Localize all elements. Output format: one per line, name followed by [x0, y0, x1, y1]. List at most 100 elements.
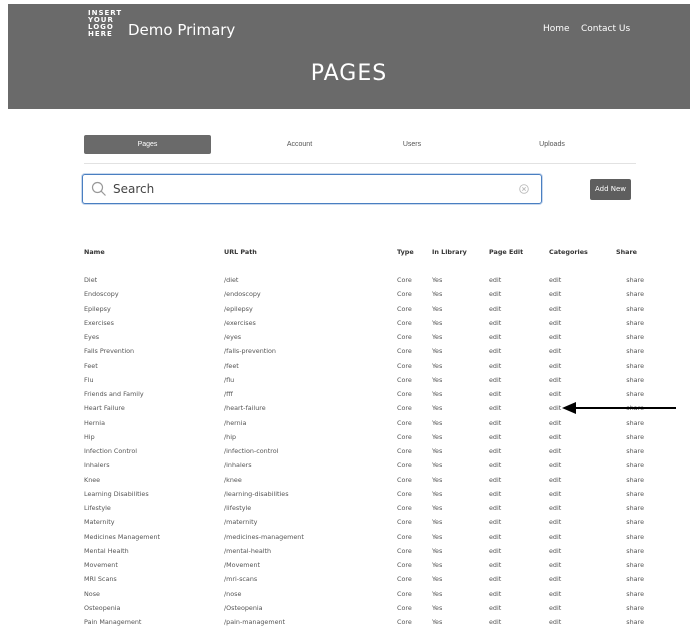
categories-edit-link[interactable]: edit: [549, 458, 616, 472]
cell-in-library: Yes: [432, 276, 443, 285]
cell-url-path: /falls-prevention: [224, 347, 276, 356]
categories-edit-link[interactable]: edit: [549, 430, 616, 444]
share-link[interactable]: share: [616, 373, 644, 387]
page-edit-link[interactable]: edit: [489, 330, 549, 344]
categories-edit-link[interactable]: edit: [549, 273, 616, 287]
page-edit-link[interactable]: edit: [489, 359, 549, 373]
cell-type: Core: [397, 347, 412, 356]
column-header-type[interactable]: Type: [397, 244, 432, 273]
cell-type: Core: [397, 418, 412, 427]
categories-edit-link[interactable]: edit: [549, 330, 616, 344]
page-edit-link[interactable]: edit: [489, 587, 549, 601]
page-edit-link[interactable]: edit: [489, 416, 549, 430]
tab-account[interactable]: Account: [236, 135, 363, 154]
cell-type: Core: [397, 361, 412, 370]
page-edit-link[interactable]: edit: [489, 387, 549, 401]
categories-edit-link[interactable]: edit: [549, 373, 616, 387]
categories-edit-link[interactable]: edit: [549, 487, 616, 501]
categories-edit-link[interactable]: edit: [549, 544, 616, 558]
share-link[interactable]: share: [616, 544, 644, 558]
categories-edit-link[interactable]: edit: [549, 515, 616, 529]
column-header-in-library[interactable]: In Library: [432, 244, 489, 273]
column-header-name[interactable]: Name: [84, 244, 224, 273]
categories-edit-link[interactable]: edit: [549, 572, 616, 586]
categories-edit-link[interactable]: edit: [549, 587, 616, 601]
page-edit-link[interactable]: edit: [489, 430, 549, 444]
categories-edit-link[interactable]: edit: [549, 344, 616, 358]
page-edit-link[interactable]: edit: [489, 601, 549, 615]
page-edit-link[interactable]: edit: [489, 316, 549, 330]
share-link[interactable]: share: [616, 430, 644, 444]
cell-in-library: Yes: [432, 375, 443, 384]
search-input[interactable]: [113, 179, 493, 199]
page-edit-link[interactable]: edit: [489, 302, 549, 316]
categories-edit-link[interactable]: edit: [549, 387, 616, 401]
page-edit-link[interactable]: edit: [489, 458, 549, 472]
cell-name: Hip: [84, 432, 95, 441]
categories-edit-link[interactable]: edit: [549, 287, 616, 301]
share-link[interactable]: share: [616, 515, 644, 529]
share-link[interactable]: share: [616, 530, 644, 544]
share-link[interactable]: share: [616, 444, 644, 458]
nav-home-link[interactable]: Home: [543, 24, 570, 34]
page-edit-link[interactable]: edit: [489, 515, 549, 529]
tab-users[interactable]: Users: [362, 135, 462, 154]
share-link[interactable]: share: [616, 615, 644, 629]
page-edit-link[interactable]: edit: [489, 287, 549, 301]
categories-edit-link[interactable]: edit: [549, 416, 616, 430]
categories-edit-link[interactable]: edit: [549, 444, 616, 458]
page-edit-link[interactable]: edit: [489, 401, 549, 415]
categories-edit-link[interactable]: edit: [549, 302, 616, 316]
tab-uploads[interactable]: Uploads: [502, 135, 602, 154]
share-link[interactable]: share: [616, 344, 644, 358]
column-header-share[interactable]: Share: [616, 244, 644, 273]
add-new-button[interactable]: Add New: [590, 179, 631, 200]
column-header-page-edit[interactable]: Page Edit: [489, 244, 549, 273]
share-link[interactable]: share: [616, 558, 644, 572]
page-edit-link[interactable]: edit: [489, 558, 549, 572]
share-link[interactable]: share: [616, 601, 644, 615]
page-edit-link[interactable]: edit: [489, 544, 549, 558]
categories-edit-link[interactable]: edit: [549, 558, 616, 572]
column-header-categories[interactable]: Categories: [549, 244, 616, 273]
clear-search-icon[interactable]: [519, 184, 529, 194]
page-edit-link[interactable]: edit: [489, 344, 549, 358]
categories-edit-link[interactable]: edit: [549, 601, 616, 615]
page-edit-link[interactable]: edit: [489, 572, 549, 586]
share-link[interactable]: share: [616, 487, 644, 501]
page-edit-link[interactable]: edit: [489, 530, 549, 544]
page-edit-link[interactable]: edit: [489, 487, 549, 501]
share-link[interactable]: share: [616, 416, 644, 430]
page-edit-link[interactable]: edit: [489, 373, 549, 387]
share-link[interactable]: share: [616, 302, 644, 316]
share-link[interactable]: share: [616, 359, 644, 373]
share-link[interactable]: share: [616, 501, 644, 515]
share-link[interactable]: share: [616, 330, 644, 344]
brand-name[interactable]: Demo Primary: [128, 21, 235, 39]
share-link[interactable]: share: [616, 287, 644, 301]
share-link[interactable]: share: [616, 316, 644, 330]
column-header-url-path[interactable]: URL Path: [224, 244, 397, 273]
share-link[interactable]: share: [616, 473, 644, 487]
page-edit-link[interactable]: edit: [489, 473, 549, 487]
page-edit-link[interactable]: edit: [489, 273, 549, 287]
categories-edit-link[interactable]: edit: [549, 530, 616, 544]
logo-placeholder[interactable]: INSERT YOUR LOGO HERE: [88, 10, 128, 38]
search-icon[interactable]: [91, 181, 107, 197]
categories-edit-link[interactable]: edit: [549, 316, 616, 330]
share-link[interactable]: share: [616, 387, 644, 401]
categories-edit-link[interactable]: edit: [549, 501, 616, 515]
categories-edit-link[interactable]: edit: [549, 615, 616, 629]
page-edit-link[interactable]: edit: [489, 444, 549, 458]
share-link[interactable]: share: [616, 273, 644, 287]
share-link[interactable]: share: [616, 572, 644, 586]
categories-edit-link[interactable]: edit: [549, 473, 616, 487]
nav-contact-link[interactable]: Contact Us: [581, 24, 630, 34]
tab-pages[interactable]: Pages: [84, 135, 211, 154]
page-edit-link[interactable]: edit: [489, 501, 549, 515]
share-link[interactable]: share: [616, 458, 644, 472]
share-link[interactable]: share: [616, 587, 644, 601]
categories-edit-link[interactable]: edit: [549, 359, 616, 373]
page-edit-link[interactable]: edit: [489, 615, 549, 629]
cell-url-path: /pain-management: [224, 618, 286, 627]
